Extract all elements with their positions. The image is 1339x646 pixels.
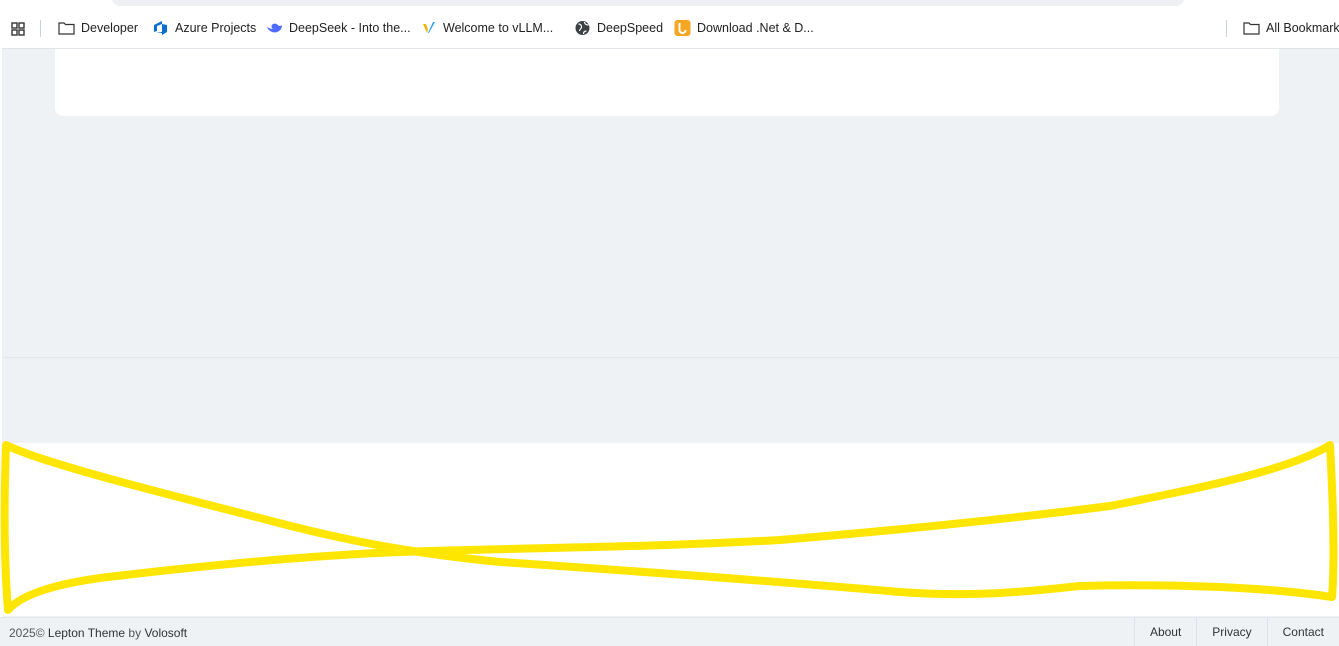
bookmark-label: Welcome to vLLM... — [443, 21, 554, 35]
footer-link-about[interactable]: About — [1133, 618, 1196, 646]
deepseek-whale-icon — [267, 23, 282, 33]
footer-theme-link[interactable]: Lepton Theme — [48, 626, 125, 640]
page-footer: 2025© Lepton Theme by Volosoft About Pri… — [0, 617, 1339, 646]
bookmark-developer[interactable]: Developer — [58, 17, 138, 39]
download-dotnet-icon — [674, 20, 691, 36]
footer-copyright: 2025© Lepton Theme by Volosoft — [9, 626, 187, 640]
redacted-panel — [2, 443, 1339, 616]
bookmark-label: DeepSeek - Into the... — [289, 21, 411, 35]
bookmark-azure-projects[interactable]: Azure Projects — [152, 17, 256, 39]
footer-by: by — [128, 626, 142, 640]
apps-grid-icon[interactable] — [10, 21, 26, 37]
footer-author-link[interactable]: Volosoft — [144, 626, 187, 640]
footer-links: About Privacy Contact — [1133, 618, 1339, 646]
footer-link-privacy[interactable]: Privacy — [1196, 618, 1266, 646]
bookmark-label: Download .Net & D... — [697, 21, 814, 35]
bookmark-download-dotnet[interactable]: Download .Net & D... — [674, 17, 814, 39]
section-divider — [2, 357, 1339, 358]
bookmark-label: Azure Projects — [175, 21, 257, 35]
azure-devops-icon — [154, 21, 167, 35]
bookmark-vllm[interactable]: Welcome to vLLM... — [420, 17, 553, 39]
folder-icon — [1243, 22, 1260, 35]
address-bar[interactable] — [112, 0, 1184, 6]
bookmark-label: DeepSpeed — [597, 21, 664, 35]
globe-icon — [575, 21, 590, 35]
bookmark-deepspeed[interactable]: DeepSpeed — [574, 17, 663, 39]
bookmarks-bar: Developer Azure Projects DeepSeek - Into… — [0, 14, 1339, 42]
footer-link-contact[interactable]: Contact — [1266, 618, 1339, 646]
bookmark-deepseek[interactable]: DeepSeek - Into the... — [266, 17, 411, 39]
all-bookmarks-button[interactable]: All Bookmark — [1243, 17, 1339, 39]
bookmarks-separator — [1226, 20, 1227, 37]
browser-chrome: Developer Azure Projects DeepSeek - Into… — [0, 0, 1339, 49]
folder-icon — [58, 22, 75, 35]
bookmarks-separator — [40, 20, 41, 37]
vllm-icon — [423, 22, 435, 33]
footer-year: 2025© — [9, 626, 45, 640]
all-bookmarks-label: All Bookmark — [1266, 21, 1339, 35]
bookmark-label: Developer — [81, 21, 138, 35]
content-card — [55, 49, 1279, 116]
